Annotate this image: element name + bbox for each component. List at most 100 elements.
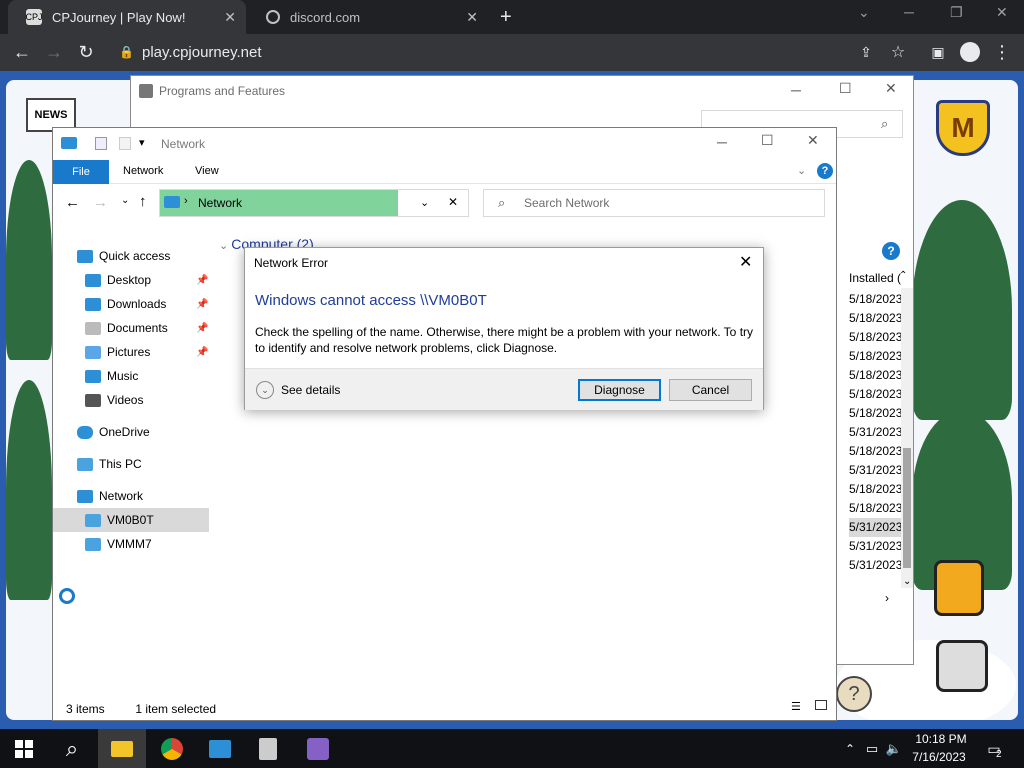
chevron-up-icon[interactable]: ⌃ xyxy=(899,270,907,281)
install-date-cell[interactable]: 5/18/2023 xyxy=(849,309,903,328)
installed-column-header[interactable]: Installed ( xyxy=(849,271,901,285)
volume-muted-icon[interactable]: 🔈 xyxy=(882,737,906,761)
chrome-icon[interactable] xyxy=(160,737,184,761)
tab-discord[interactable]: discord.com ✕ xyxy=(248,0,488,34)
close-tab-icon[interactable]: ✕ xyxy=(224,9,236,26)
moderator-badge-icon[interactable]: M xyxy=(936,100,990,156)
chevron-right-icon[interactable]: › xyxy=(885,591,889,605)
new-folder-icon[interactable] xyxy=(119,137,131,150)
install-date-cell[interactable]: 5/18/2023 xyxy=(849,328,903,347)
chevron-down-icon[interactable]: ⌄ xyxy=(420,196,429,209)
reload-icon[interactable]: ↻ xyxy=(74,40,98,64)
forward-icon[interactable]: → xyxy=(93,194,108,211)
lock-icon[interactable]: 🔒 xyxy=(119,45,134,59)
address-bar[interactable]: › Network ⌄ ✕ xyxy=(159,189,469,217)
side-panel-icon[interactable]: ▣ xyxy=(926,40,950,64)
minimize-icon[interactable]: ─ xyxy=(717,134,727,150)
recent-locations-icon[interactable]: ⌄ xyxy=(121,195,129,206)
sidebar-item-desktop[interactable]: Desktop 📌 xyxy=(85,268,208,292)
diagnose-button[interactable]: Diagnose xyxy=(578,379,661,401)
chevron-down-icon[interactable]: ⌄ xyxy=(903,576,911,587)
install-date-cell[interactable]: 5/18/2023 xyxy=(849,290,903,309)
scrollbar-thumb[interactable] xyxy=(903,448,911,568)
minimize-icon[interactable]: ─ xyxy=(904,4,914,20)
chevron-down-icon[interactable]: ⌄ xyxy=(797,164,806,177)
close-icon[interactable]: ✕ xyxy=(739,252,752,272)
tab-file[interactable]: File xyxy=(53,160,109,184)
help-icon[interactable]: ? xyxy=(882,242,900,260)
menu-icon[interactable]: ⋮ xyxy=(990,40,1014,64)
close-window-icon[interactable]: ✕ xyxy=(885,80,897,97)
quick-access-dropdown-icon[interactable]: ▾ xyxy=(139,136,145,149)
maximize-icon[interactable]: ☐ xyxy=(839,80,852,97)
minimize-icon[interactable]: ─ xyxy=(791,82,801,98)
up-icon[interactable]: ↑ xyxy=(139,193,147,210)
help-icon[interactable]: ? xyxy=(836,676,872,712)
install-date-cell[interactable]: 5/18/2023 xyxy=(849,385,903,404)
sidebar-item-network[interactable]: Network xyxy=(77,484,143,508)
network-tray-icon[interactable]: ▭ xyxy=(860,737,884,761)
stop-icon[interactable]: ✕ xyxy=(448,195,458,209)
install-date-cell[interactable]: 5/18/2023 xyxy=(849,442,903,461)
installer-icon[interactable] xyxy=(256,737,280,761)
forward-icon[interactable]: → xyxy=(42,40,66,64)
clock-time[interactable]: 10:18 PM xyxy=(913,732,969,746)
install-date-cell[interactable]: 5/18/2023 xyxy=(849,347,903,366)
sidebar-item-documents[interactable]: Documents 📌 xyxy=(85,316,208,340)
cancel-button[interactable]: Cancel xyxy=(669,379,752,401)
sidebar-item-this-pc[interactable]: This PC xyxy=(77,452,142,476)
install-date-cell[interactable]: 5/31/2023 xyxy=(849,423,903,442)
control-panel-icon[interactable] xyxy=(208,737,232,761)
sidebar-item-quick-access[interactable]: Quick access xyxy=(77,244,170,268)
install-date-cell[interactable]: 5/18/2023 xyxy=(849,404,903,423)
sidebar-item-onedrive[interactable]: OneDrive xyxy=(77,420,150,444)
install-date-cell[interactable]: 5/18/2023 xyxy=(849,480,903,499)
sidebar-item-vmmm7[interactable]: VMMM7 xyxy=(85,532,152,556)
notifications-icon[interactable]: ▭ xyxy=(982,737,1006,761)
maximize-icon[interactable]: ☐ xyxy=(761,132,774,149)
chevron-down-icon[interactable]: ⌄ xyxy=(858,4,870,21)
chevron-up-icon[interactable]: ⌃ xyxy=(838,737,862,761)
map-icon[interactable] xyxy=(936,640,988,692)
install-date-cell[interactable]: 5/31/2023 xyxy=(849,556,903,575)
install-date-cell[interactable]: 5/18/2023 xyxy=(849,366,903,385)
sidebar-item-downloads[interactable]: Downloads 📌 xyxy=(85,292,208,316)
clock-date[interactable]: 7/16/2023 xyxy=(908,750,970,764)
details-view-icon[interactable]: ☰ xyxy=(791,700,801,713)
profile-icon[interactable] xyxy=(958,40,982,64)
sidebar-item-music[interactable]: Music xyxy=(85,364,138,388)
padlock-icon[interactable] xyxy=(934,560,984,616)
share-icon[interactable]: ⇪ xyxy=(854,40,878,64)
close-window-icon[interactable]: ✕ xyxy=(996,4,1008,21)
windows-start-icon[interactable] xyxy=(12,737,36,761)
see-details-link[interactable]: See details xyxy=(281,383,340,397)
network-error-dialog[interactable]: Network Error ✕ Windows cannot access \\… xyxy=(244,247,764,410)
large-icons-view-icon[interactable] xyxy=(815,700,827,710)
address-bar[interactable]: play.cpjourney.net xyxy=(142,44,262,61)
pin-icon[interactable]: 📌 xyxy=(196,347,208,358)
file-explorer-window[interactable]: ▾ Network ─ ☐ ✕ File Network View ⌄ ? ← … xyxy=(52,127,837,721)
close-window-icon[interactable]: ✕ xyxy=(807,132,819,149)
sidebar-item-vm0b0t[interactable]: VM0B0T xyxy=(53,508,209,532)
sidebar-item-videos[interactable]: Videos xyxy=(85,388,143,412)
install-date-cell[interactable]: 5/31/2023 xyxy=(849,518,903,537)
install-date-cell[interactable]: 5/18/2023 xyxy=(849,499,903,518)
back-icon[interactable]: ← xyxy=(10,40,34,64)
new-tab-button[interactable]: + xyxy=(500,6,512,29)
expand-details-icon[interactable]: ⌄ xyxy=(256,381,274,399)
tab-view[interactable]: View xyxy=(195,165,219,177)
bookmark-star-icon[interactable]: ☆ xyxy=(886,40,910,64)
restore-icon[interactable]: ❐ xyxy=(950,4,963,21)
close-tab-icon[interactable]: ✕ xyxy=(466,9,478,26)
sidebar-item-pictures[interactable]: Pictures 📌 xyxy=(85,340,208,364)
scrollbar[interactable] xyxy=(901,288,913,588)
properties-icon[interactable] xyxy=(95,137,107,150)
install-date-cell[interactable]: 5/31/2023 xyxy=(849,537,903,556)
explorer-title-bar[interactable]: ▾ Network ─ ☐ ✕ xyxy=(53,128,836,160)
tab-network[interactable]: Network xyxy=(123,165,163,177)
search-input[interactable]: ⌕ Search Network xyxy=(483,189,825,217)
pin-icon[interactable]: 📌 xyxy=(196,323,208,334)
search-icon[interactable]: ⌕ xyxy=(60,736,84,761)
install-date-cell[interactable]: 5/31/2023 xyxy=(849,461,903,480)
visual-studio-icon[interactable] xyxy=(306,737,330,761)
